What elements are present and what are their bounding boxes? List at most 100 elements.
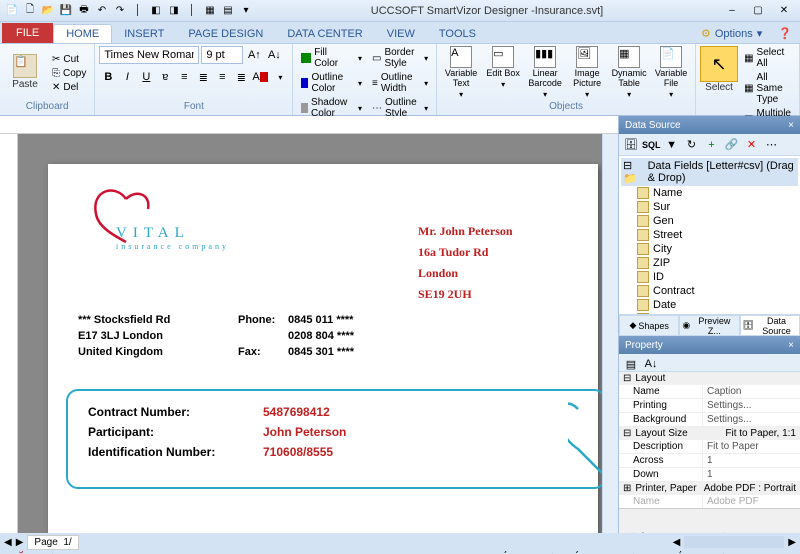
copy-button[interactable]: ⎘ Copy (48, 67, 90, 80)
prop-row-desc[interactable]: DescriptionFit to Paper (619, 440, 800, 454)
tab-page-design[interactable]: PAGE DESIGN (176, 25, 275, 43)
horizontal-scrollbar[interactable] (684, 536, 784, 548)
ds-db-icon[interactable]: 🗄 (622, 136, 640, 154)
select-button[interactable]: ↖ (700, 46, 738, 82)
select-same-type-button[interactable]: ▦ All Same Type (740, 71, 795, 106)
hscroll-left[interactable]: ◀ (673, 537, 681, 548)
tab-tools[interactable]: TOOLS (427, 25, 488, 43)
qat-new-icon[interactable]: 🗋 (22, 3, 38, 19)
qat-misc4-icon[interactable]: ▤ (220, 3, 236, 19)
tree-field[interactable]: Name (621, 186, 798, 200)
decrease-font-icon[interactable]: A↓ (265, 46, 283, 64)
border-style-button[interactable]: ▭ Border Style (368, 46, 432, 70)
strike-button[interactable]: ɐ (156, 68, 174, 86)
ds-sql-button[interactable]: SQL (642, 136, 661, 154)
tab-file[interactable]: FILE (2, 23, 53, 43)
tree-root[interactable]: ⊟ 📁 Data Fields [Letter#csv] (Drag & Dro… (621, 158, 798, 186)
variable-text-button[interactable]: AVariable Text▾ (441, 46, 481, 100)
qat-misc2-icon[interactable]: ◨ (166, 3, 182, 19)
page-tab-next[interactable]: ▶ (16, 537, 24, 548)
ds-add-icon[interactable]: + (703, 136, 721, 154)
canvas-vertical-scrollbar[interactable] (602, 134, 618, 534)
minimize-button[interactable]: – (720, 3, 744, 19)
tab-shapes[interactable]: ◆Shapes (619, 315, 679, 336)
page-tab[interactable]: Page 1/ (27, 535, 78, 550)
ds-more-icon[interactable]: ⋯ (763, 136, 781, 154)
text-color-button[interactable]: A (251, 68, 269, 86)
tab-data-center[interactable]: DATA CENTER (275, 25, 374, 43)
prop-cat-printer[interactable]: ⊞ Printer, PaperAdobe PDF : Portrait (619, 482, 800, 495)
options-button[interactable]: ⚙Options ▾ (693, 24, 770, 43)
del-button[interactable]: ✕ Del (48, 81, 90, 94)
tree-field[interactable]: ZIP (621, 256, 798, 270)
prop-close-icon[interactable]: × (788, 340, 794, 351)
tree-field[interactable]: City (621, 242, 798, 256)
tree-field[interactable]: Sur (621, 200, 798, 214)
font-name-select[interactable] (99, 46, 199, 64)
qat-misc1-icon[interactable]: ◧ (148, 3, 164, 19)
tree-field[interactable]: Gen (621, 214, 798, 228)
align-center-button[interactable]: ≣ (194, 68, 212, 86)
right-panels: Data Source× 🗄 SQL ▼ ↻ + 🔗 ✕ ⋯ ⊟ 📁 Data … (618, 116, 800, 534)
ds-del-icon[interactable]: ✕ (743, 136, 761, 154)
prop-cat-layout[interactable]: ⊟ Layout (619, 372, 800, 385)
hscroll-right[interactable]: ▶ (788, 537, 796, 548)
qat-undo-icon[interactable]: ↶ (94, 3, 110, 19)
outline-color-button[interactable]: Outline Color (297, 71, 366, 95)
cut-button[interactable]: ✂ Cut (48, 53, 90, 66)
prop-row-pname[interactable]: NameAdobe PDF (619, 495, 800, 508)
tree-field[interactable]: Date (621, 298, 798, 312)
align-right-button[interactable]: ≡ (213, 68, 231, 86)
prop-az-icon[interactable]: A↓ (642, 355, 660, 373)
panel-close-icon[interactable]: × (788, 120, 794, 131)
prop-row-across[interactable]: Across1 (619, 454, 800, 468)
qat-open-icon[interactable]: 📂 (40, 3, 56, 19)
italic-button[interactable]: I (118, 68, 136, 86)
qat-save-icon[interactable]: 💾 (58, 3, 74, 19)
edit-box-button[interactable]: ▭Edit Box▾ (483, 46, 523, 100)
bold-button[interactable]: B (99, 68, 117, 86)
prop-row-name[interactable]: NameCaption (619, 385, 800, 399)
tab-insert[interactable]: INSERT (112, 25, 176, 43)
select-all-button[interactable]: ▦ Select All (740, 46, 795, 70)
text-color-dropdown[interactable] (270, 68, 288, 86)
qat-print-icon[interactable]: 🖶 (76, 3, 92, 19)
prop-row-background[interactable]: BackgroundSettings... (619, 413, 800, 427)
app-icon[interactable]: 📄 (4, 3, 20, 19)
variable-file-button[interactable]: 📄Variable File▾ (651, 46, 691, 100)
prop-row-printing[interactable]: PrintingSettings... (619, 399, 800, 413)
tab-preview[interactable]: ◉Preview Z... (679, 315, 739, 336)
tree-field[interactable]: Street (621, 228, 798, 242)
tab-view[interactable]: VIEW (375, 25, 427, 43)
tree-field[interactable]: ID (621, 270, 798, 284)
underline-button[interactable]: U (137, 68, 155, 86)
increase-font-icon[interactable]: A↑ (245, 46, 263, 64)
qat-misc3-icon[interactable]: ▦ (202, 3, 218, 19)
prop-row-down[interactable]: Down1 (619, 468, 800, 482)
canvas[interactable]: VITAL insurance company Mr. John Peterso… (18, 134, 602, 534)
maximize-button[interactable]: ▢ (746, 3, 770, 19)
qat-redo-icon[interactable]: ↷ (112, 3, 128, 19)
document-page[interactable]: VITAL insurance company Mr. John Peterso… (48, 164, 598, 534)
close-button[interactable]: ✕ (772, 3, 796, 19)
font-size-select[interactable] (201, 46, 243, 64)
image-picture-button[interactable]: 🖼Image Picture▾ (567, 46, 607, 100)
justify-button[interactable]: ≣ (232, 68, 250, 86)
prop-cat-layout-size[interactable]: ⊟ Layout SizeFit to Paper, 1:1 (619, 427, 800, 440)
help-button[interactable]: ❓ (770, 24, 800, 43)
paste-button[interactable]: 📋 Paste (4, 46, 46, 98)
tab-home[interactable]: HOME (53, 24, 112, 43)
ds-link-icon[interactable]: 🔗 (723, 136, 741, 154)
page-tab-prev[interactable]: ◀ (4, 537, 12, 548)
tree-field[interactable]: Contract (621, 284, 798, 298)
fill-color-button[interactable]: Fill Color (297, 46, 366, 70)
prop-cat-icon[interactable]: ▤ (622, 355, 640, 373)
tab-datasource[interactable]: 🗄Data Source (740, 315, 800, 336)
dynamic-table-button[interactable]: ▦Dynamic Table▾ (609, 46, 649, 100)
ds-refresh-icon[interactable]: ↻ (683, 136, 701, 154)
align-left-button[interactable]: ≡ (175, 68, 193, 86)
ds-filter-icon[interactable]: ▼ (663, 136, 681, 154)
outline-width-button[interactable]: ≡ Outline Width (368, 71, 432, 95)
qat-dropdown-icon[interactable]: ▾ (238, 3, 254, 19)
linear-barcode-button[interactable]: ▮▮▮Linear Barcode▾ (525, 46, 565, 100)
